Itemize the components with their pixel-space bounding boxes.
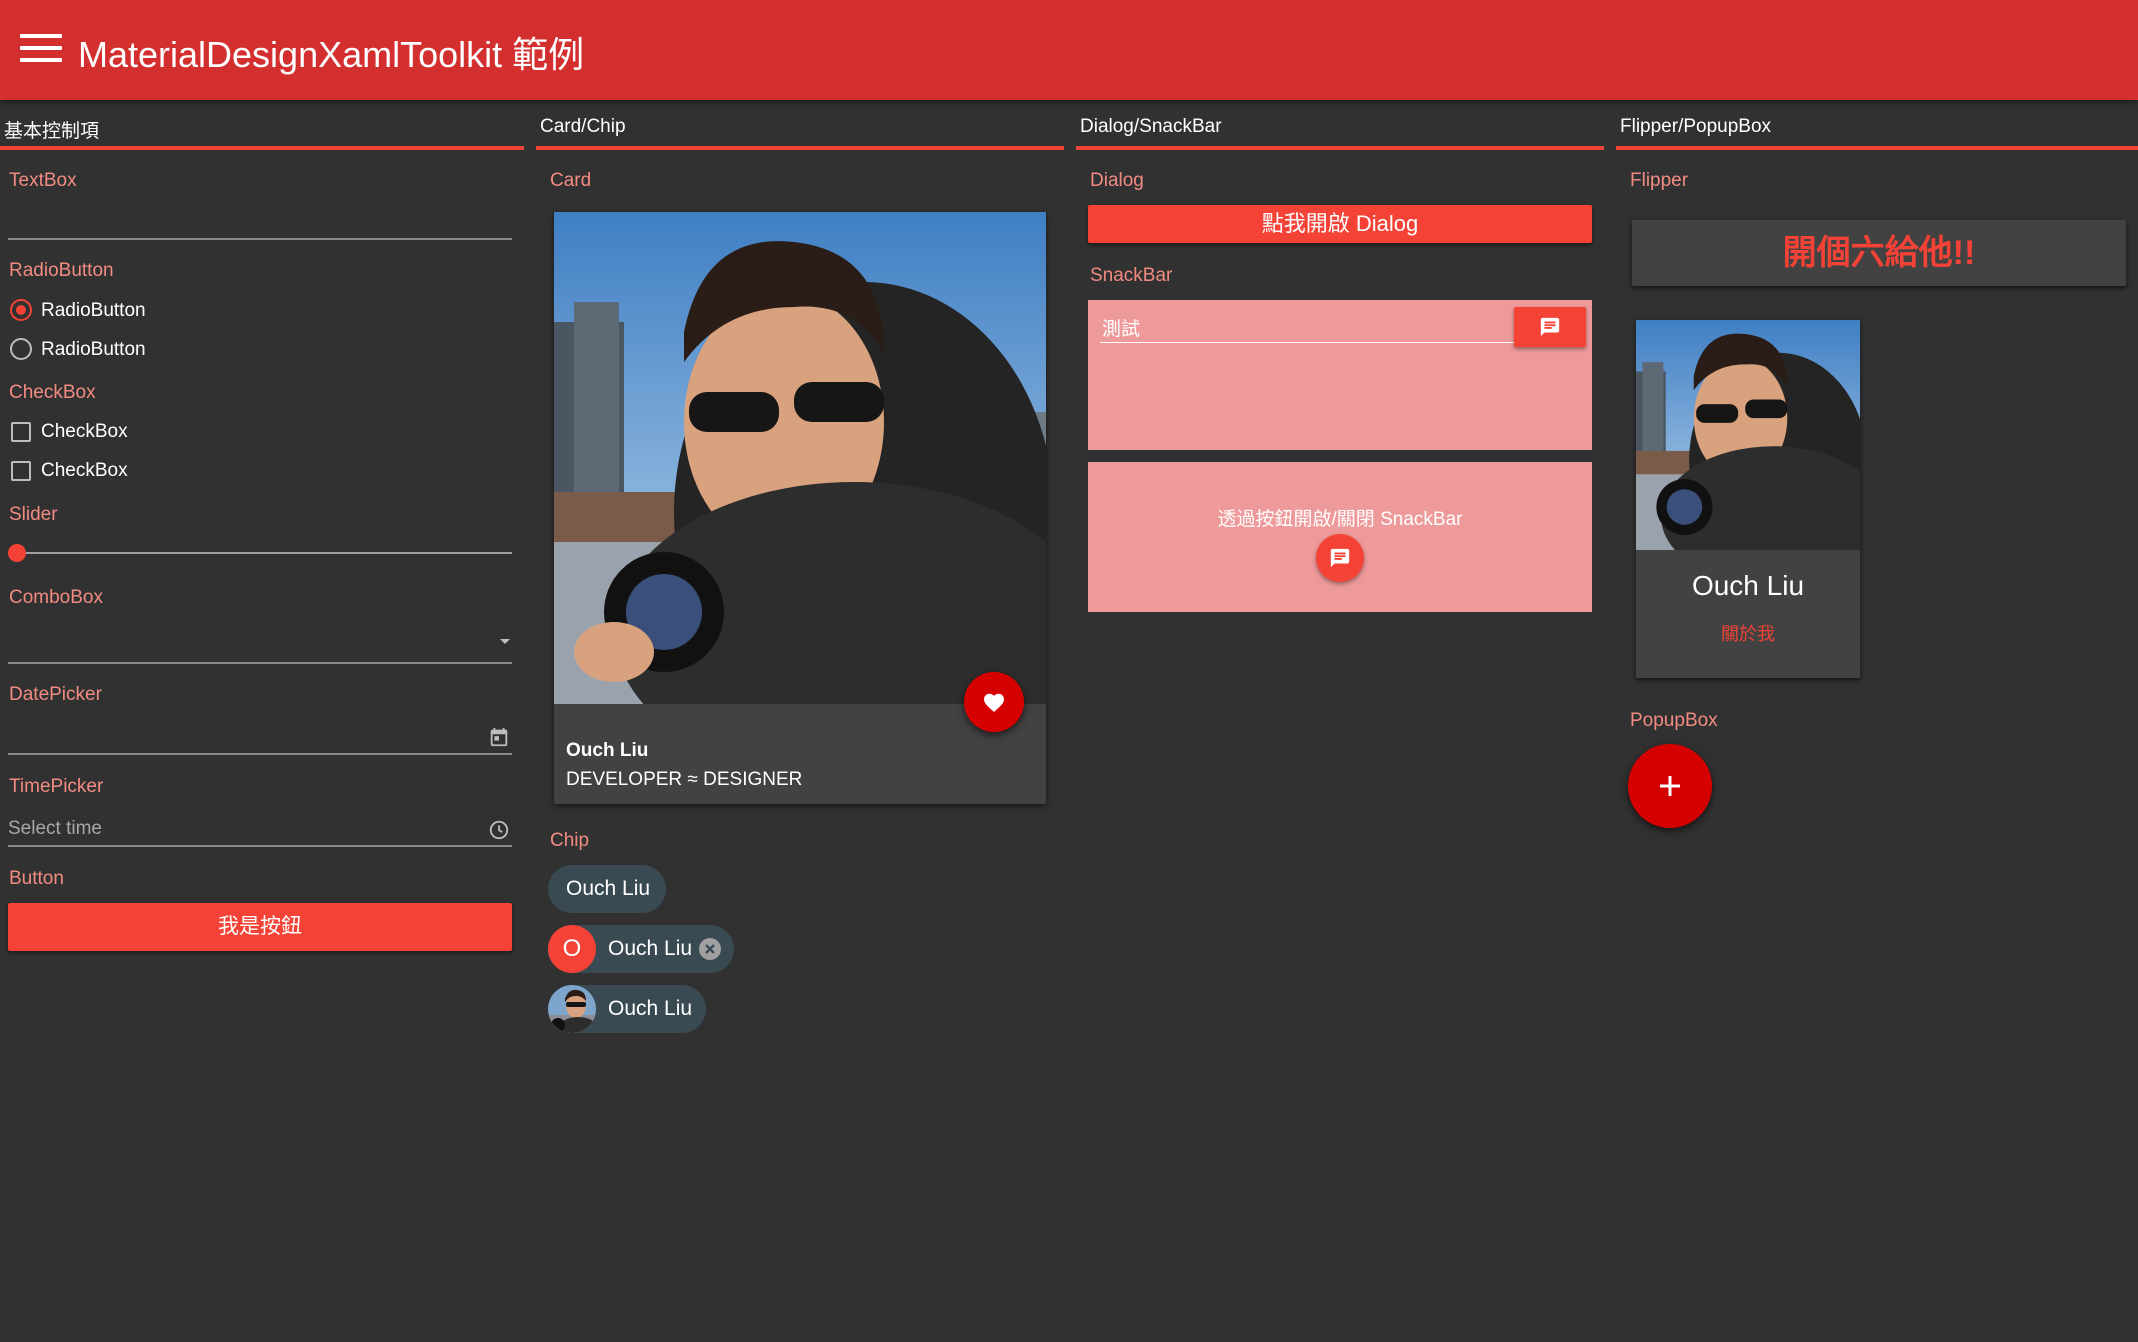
profile-photo: [554, 212, 1046, 704]
close-icon[interactable]: [698, 937, 722, 961]
card-heading: Card: [550, 170, 592, 191]
favorite-button[interactable]: [964, 672, 1024, 732]
avatar: [548, 985, 596, 1033]
clock-icon[interactable]: [488, 819, 510, 841]
combobox[interactable]: [8, 620, 512, 662]
checkbox-label-2: CheckBox: [41, 460, 128, 481]
snackbar-toggle-text: 透過按鈕開啟/關閉 SnackBar: [1217, 509, 1463, 530]
menu-icon[interactable]: [20, 34, 62, 66]
tab-label: Card/Chip: [540, 116, 626, 137]
plus-icon: [1660, 776, 1680, 796]
flip-button[interactable]: 開個六給他!!: [1632, 220, 2126, 286]
text-input-underline: [8, 238, 512, 240]
tab-card-chip[interactable]: Card/Chip: [536, 100, 1064, 150]
calendar-icon[interactable]: [488, 726, 510, 748]
profile-card: Ouch Liu DEVELOPER ≈ DESIGNER: [554, 212, 1046, 804]
tab-label: 基本控制項: [4, 121, 100, 142]
tab-basic-controls[interactable]: 基本控制項: [0, 100, 524, 150]
card-subtitle: DEVELOPER ≈ DESIGNER: [566, 769, 803, 790]
snackbar-demo-panel: 測試: [1088, 300, 1592, 450]
message-icon: [1540, 317, 1560, 337]
slider-track[interactable]: [14, 552, 512, 554]
send-snackbar-button[interactable]: [1514, 307, 1586, 347]
date-input-underline: [8, 753, 512, 755]
slider-thumb[interactable]: [8, 544, 26, 562]
time-input-underline: [8, 845, 512, 847]
card-name: Ouch Liu: [566, 740, 649, 761]
chip-basic[interactable]: Ouch Liu: [548, 865, 666, 913]
radio-button-1[interactable]: [10, 299, 32, 321]
snackbar-heading: SnackBar: [1090, 265, 1173, 286]
radio-heading: RadioButton: [9, 260, 114, 281]
radio-label-1: RadioButton: [41, 300, 146, 321]
checkbox-heading: CheckBox: [9, 382, 96, 403]
flip-card-photo: [1636, 320, 1860, 550]
checkbox-2[interactable]: [11, 461, 31, 481]
flip-card: Ouch Liu 關於我: [1636, 320, 1860, 678]
time-input[interactable]: Select time: [8, 818, 102, 840]
chip-avatar[interactable]: Ouch Liu: [548, 985, 706, 1033]
combobox-heading: ComboBox: [9, 587, 103, 608]
column-card-chip: Card/Chip Card Ouch Liu DEVELOPER ≈ DESI…: [536, 100, 1064, 1342]
app-bar: MaterialDesignXamlToolkit 範例: [0, 0, 2138, 100]
chip-avatar-letter: O: [548, 925, 596, 973]
tab-indicator: [0, 146, 524, 150]
popup-box-button[interactable]: [1628, 744, 1712, 828]
app-title: MaterialDesignXamlToolkit 範例: [78, 34, 585, 75]
checkbox-label-1: CheckBox: [41, 421, 128, 442]
radio-label-2: RadioButton: [41, 339, 146, 360]
flip-card-name: Ouch Liu: [1691, 570, 1805, 601]
chip-label: Ouch Liu: [608, 997, 693, 1020]
tab-dialog-snackbar[interactable]: Dialog/SnackBar: [1076, 100, 1604, 150]
timepicker-heading: TimePicker: [9, 776, 104, 797]
tab-indicator: [1616, 146, 2138, 150]
tab-label: Flipper/PopupBox: [1620, 116, 1772, 137]
column-dialog-snackbar: Dialog/SnackBar Dialog 點我開啟 Dialog Snack…: [1076, 100, 1604, 1342]
datepicker-heading: DatePicker: [9, 684, 102, 705]
message-icon: [1330, 548, 1350, 568]
snackbar-toggle-panel: 透過按鈕開啟/關閉 SnackBar: [1088, 462, 1592, 612]
snackbar-message-input[interactable]: 測試: [1102, 314, 1140, 341]
checkbox-1[interactable]: [11, 422, 31, 442]
tab-indicator: [536, 146, 1064, 150]
primary-button[interactable]: 我是按鈕: [8, 903, 512, 951]
chip-icon-deletable[interactable]: O Ouch Liu: [548, 925, 734, 973]
chip-label: Ouch Liu: [608, 937, 693, 960]
chip-heading: Chip: [550, 830, 590, 851]
tab-flipper-popupbox[interactable]: Flipper/PopupBox: [1616, 100, 2138, 150]
chip-label: Ouch Liu: [566, 877, 651, 900]
tab-label: Dialog/SnackBar: [1080, 116, 1222, 137]
heart-icon: [984, 693, 1004, 712]
dialog-heading: Dialog: [1090, 170, 1144, 191]
radio-button-2[interactable]: [10, 338, 32, 360]
slider-heading: Slider: [9, 504, 58, 525]
chevron-down-icon: [500, 639, 510, 644]
column-flipper-popupbox: Flipper/PopupBox Flipper 開個六給他!! Ouch Li…: [1616, 100, 2138, 1342]
tab-indicator: [1076, 146, 1604, 150]
textbox-heading: TextBox: [9, 170, 77, 191]
column-basic-controls: 基本控制項 TextBox RadioButton RadioButton Ra…: [0, 100, 524, 1342]
snackbar-input-underline: [1100, 342, 1514, 343]
open-dialog-button[interactable]: 點我開啟 Dialog: [1088, 205, 1592, 243]
toggle-snackbar-button[interactable]: [1316, 534, 1364, 582]
about-me-link[interactable]: 關於我: [1636, 620, 1860, 646]
date-input[interactable]: [8, 715, 478, 753]
flipper-heading: Flipper: [1630, 170, 1689, 191]
popupbox-heading: PopupBox: [1630, 710, 1718, 731]
button-heading: Button: [9, 868, 64, 889]
text-input[interactable]: [8, 210, 512, 250]
combobox-underline: [8, 662, 512, 664]
